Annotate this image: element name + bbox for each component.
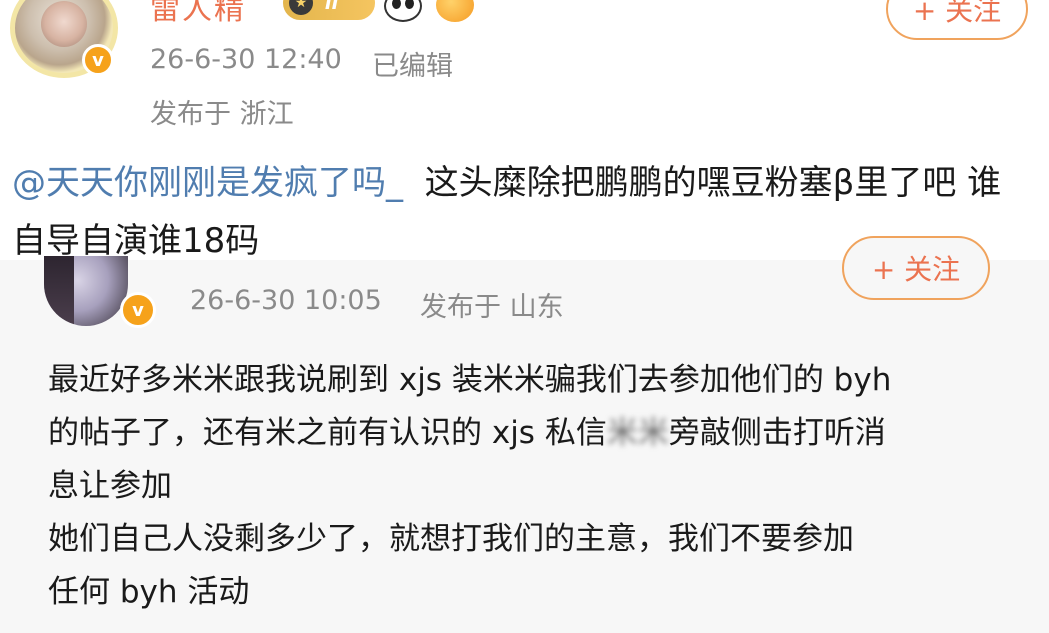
mention-link[interactable]: @天天你刚刚是发疯了吗_	[12, 163, 403, 203]
quoted-line-5: 任何 byh 活动	[48, 574, 250, 610]
edited-label[interactable]: 已编辑	[372, 44, 453, 83]
quoted-timestamp: 26-6-30 10:05	[190, 285, 382, 316]
quoted-verified-badge-icon: v	[120, 292, 156, 328]
quoted-follow-button[interactable]: + 关注	[842, 236, 990, 300]
quoted-line-2a: 的帖子了，还有米之前有认识的 xjs 私信	[48, 415, 607, 451]
verified-badge-icon: v	[82, 44, 114, 76]
post-location: 发布于 浙江	[150, 99, 294, 130]
quoted-line-4: 她们自己人没剩多少了，就想打我们的主意，我们不要参加	[48, 521, 854, 557]
blurred-text: 米米	[606, 415, 669, 451]
avatar-face	[41, 1, 87, 47]
follow-button[interactable]: + 关注	[886, 0, 1028, 40]
fan-badge-icon[interactable]	[436, 0, 474, 22]
post-timestamp: 26-6-30 12:40	[150, 44, 342, 75]
quoted-line-1: 最近好多米米跟我说刷到 xjs 装米米骗我们去参加他们的 byh	[48, 362, 892, 398]
avatar-hair	[44, 256, 74, 326]
level-label: II	[325, 0, 339, 14]
panda-icon[interactable]	[384, 0, 422, 22]
quoted-line-3: 息让参加	[48, 468, 172, 504]
quoted-post-text: 最近好多米米跟我说刷到 xjs 装米米骗我们去参加他们的 byh 的帖子了，还有…	[48, 354, 1008, 619]
level-badge[interactable]: ★ II	[283, 0, 375, 20]
quoted-line-2b: 旁敲侧击打听消	[668, 415, 886, 451]
crown-icon: ★	[289, 0, 313, 15]
quoted-location: 发布于 山东	[420, 292, 564, 323]
quoted-line-2: 的帖子了，还有米之前有认识的 xjs 私信米米旁敲侧击打听消	[48, 407, 1008, 460]
username[interactable]: 雷人精	[150, 0, 246, 28]
